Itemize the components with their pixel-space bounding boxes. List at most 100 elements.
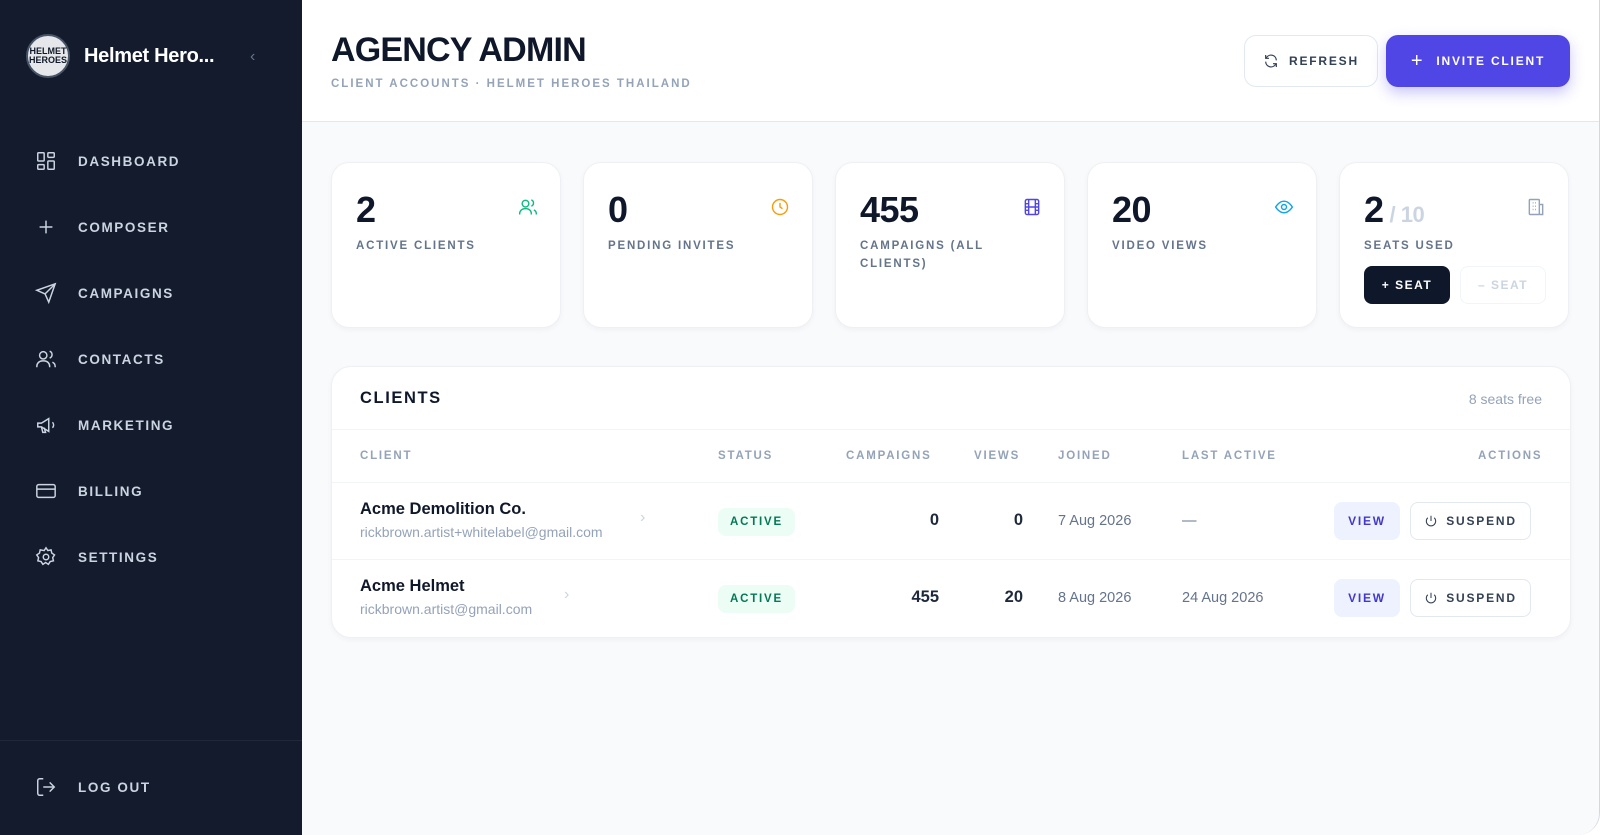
invite-client-button[interactable]: + INVITE CLIENT <box>1386 35 1570 87</box>
users-icon <box>518 197 538 217</box>
client-name[interactable]: Acme Helmet <box>360 577 465 596</box>
stat-value: 0 <box>608 189 628 230</box>
stat-card-video-views: 20 VIDEO VIEWS <box>1087 162 1317 328</box>
status-badge: ACTIVE <box>718 585 795 613</box>
brand[interactable]: HELMET HEROES Helmet Hero... <box>26 34 215 78</box>
add-seat-button[interactable]: + SEAT <box>1364 266 1450 304</box>
remove-seat-button[interactable]: – SEAT <box>1460 266 1546 304</box>
send-icon <box>34 281 58 305</box>
campaigns-count: 0 <box>929 511 939 529</box>
sidebar-divider <box>0 740 302 741</box>
stat-value: 2/ 10 <box>1364 189 1425 231</box>
client-email: rickbrown.artist@gmail.com <box>360 601 533 617</box>
grid-icon <box>34 149 58 173</box>
joined-date: 8 Aug 2026 <box>1058 590 1132 606</box>
megaphone-icon <box>34 413 58 437</box>
stat-label: PENDING INVITES <box>608 240 736 252</box>
view-button[interactable]: VIEW <box>1334 579 1400 617</box>
client-email: rickbrown.artist+whitelabel@gmail.com <box>360 524 603 540</box>
plus-icon: + <box>1410 50 1425 72</box>
page-header: AGENCY ADMIN CLIENT ACCOUNTS · HELMET HE… <box>302 0 1599 122</box>
stat-card-pending-invites: 0 PENDING INVITES <box>583 162 813 328</box>
seats-total: / 10 <box>1389 202 1425 227</box>
chevron-right-icon[interactable]: › <box>564 586 569 604</box>
logout-icon <box>34 775 58 799</box>
sidebar-item-marketing[interactable]: MARKETING <box>0 392 302 458</box>
sidebar: HELMET HEROES Helmet Hero... ‹ DASHBOARD… <box>0 0 302 835</box>
client-name[interactable]: Acme Demolition Co. <box>360 500 526 519</box>
main-content: AGENCY ADMIN CLIENT ACCOUNTS · HELMET HE… <box>302 0 1599 835</box>
credit-card-icon <box>34 479 58 503</box>
chevron-left-icon[interactable]: ‹ <box>250 48 255 66</box>
logout-label: LOG OUT <box>78 779 151 795</box>
views-count: 0 <box>1013 511 1023 529</box>
page-subtitle: CLIENT ACCOUNTS · HELMET HEROES THAILAND <box>331 78 692 90</box>
sidebar-item-label: CAMPAIGNS <box>78 285 174 301</box>
stat-value: 20 <box>1112 189 1152 230</box>
brand-logo: HELMET HEROES <box>26 34 70 78</box>
sidebar-nav: DASHBOARD COMPOSER CAMPAIGNS CONTACTS MA… <box>0 128 302 590</box>
sidebar-item-composer[interactable]: COMPOSER <box>0 194 302 260</box>
campaigns-count: 455 <box>911 588 939 606</box>
sidebar-item-campaigns[interactable]: CAMPAIGNS <box>0 260 302 326</box>
seats-free-label: 8 seats free <box>1468 391 1542 407</box>
table-row[interactable]: Acme Demolition Co. rickbrown.artist+whi… <box>332 483 1570 560</box>
stat-value: 455 <box>860 189 919 230</box>
sidebar-item-label: COMPOSER <box>78 219 170 235</box>
sidebar-item-label: CONTACTS <box>78 351 165 367</box>
sidebar-item-label: BILLING <box>78 483 144 499</box>
stat-card-active-clients: 2 ACTIVE CLIENTS <box>331 162 561 328</box>
chevron-right-icon[interactable]: › <box>640 509 645 527</box>
stat-label: CAMPAIGNS (ALL CLIENTS) <box>860 240 984 270</box>
stat-label: ACTIVE CLIENTS <box>356 240 476 252</box>
views-count: 20 <box>1004 588 1023 606</box>
stat-label: SEATS USED <box>1364 240 1455 252</box>
plus-icon <box>34 215 58 239</box>
stat-card-campaigns: 455 CAMPAIGNS (ALL CLIENTS) <box>835 162 1065 328</box>
sidebar-item-label: DASHBOARD <box>78 153 181 169</box>
clock-icon <box>770 197 790 217</box>
stats-row: 2 ACTIVE CLIENTS 0 PENDING INVITES 455 C… <box>331 162 1571 328</box>
sidebar-item-dashboard[interactable]: DASHBOARD <box>0 128 302 194</box>
sidebar-item-contacts[interactable]: CONTACTS <box>0 326 302 392</box>
refresh-label: REFRESH <box>1289 54 1359 68</box>
last-active-date: 24 Aug 2026 <box>1182 590 1264 606</box>
joined-date: 7 Aug 2026 <box>1058 513 1132 529</box>
stat-value: 2 <box>356 189 376 230</box>
view-button[interactable]: VIEW <box>1334 502 1400 540</box>
column-header-joined: JOINED <box>1058 450 1112 462</box>
column-header-actions: ACTIONS <box>1478 450 1543 462</box>
stat-label: VIDEO VIEWS <box>1112 240 1208 252</box>
power-icon <box>1426 515 1437 527</box>
invite-client-label: INVITE CLIENT <box>1436 54 1546 68</box>
refresh-icon <box>1265 54 1277 68</box>
brand-name: Helmet Hero... <box>84 44 215 67</box>
refresh-button[interactable]: REFRESH <box>1244 35 1378 87</box>
suspend-label: SUSPEND <box>1446 591 1517 605</box>
logout-button[interactable]: LOG OUT <box>0 754 151 820</box>
column-header-campaigns: CAMPAIGNS <box>846 450 932 462</box>
page-title: AGENCY ADMIN <box>331 31 587 69</box>
seats-used-value: 2 <box>1364 189 1384 230</box>
suspend-label: SUSPEND <box>1446 514 1517 528</box>
sidebar-item-settings[interactable]: SETTINGS <box>0 524 302 590</box>
gear-icon <box>34 545 58 569</box>
column-header-last-active: LAST ACTIVE <box>1182 450 1277 462</box>
table-row[interactable]: Acme Helmet rickbrown.artist@gmail.com ›… <box>332 560 1570 637</box>
suspend-button[interactable]: SUSPEND <box>1410 502 1531 540</box>
sidebar-item-billing[interactable]: BILLING <box>0 458 302 524</box>
film-icon <box>1022 197 1042 217</box>
column-header-status: STATUS <box>718 450 774 462</box>
clients-table-card: CLIENTS 8 seats free CLIENT STATUS CAMPA… <box>331 366 1571 638</box>
column-header-views: VIEWS <box>974 450 1021 462</box>
sidebar-item-label: MARKETING <box>78 417 175 433</box>
sidebar-item-label: SETTINGS <box>78 549 159 565</box>
app-window: HELMET HEROES Helmet Hero... ‹ DASHBOARD… <box>0 0 1600 835</box>
stat-card-seats: 2/ 10 SEATS USED + SEAT – SEAT <box>1339 162 1569 328</box>
table-header: CLIENT STATUS CAMPAIGNS VIEWS JOINED LAS… <box>332 429 1570 483</box>
users-icon <box>34 347 58 371</box>
power-icon <box>1426 592 1437 604</box>
suspend-button[interactable]: SUSPEND <box>1410 579 1531 617</box>
building-icon <box>1526 197 1546 217</box>
app-frame: HELMET HEROES Helmet Hero... ‹ DASHBOARD… <box>0 0 1600 835</box>
